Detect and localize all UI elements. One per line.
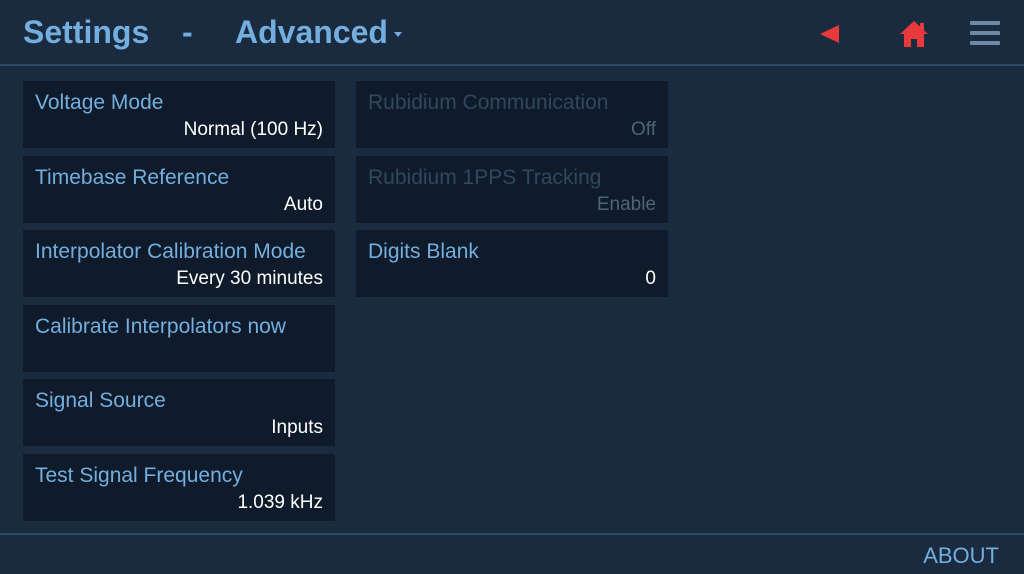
setting-value: 1.039 kHz: [237, 492, 323, 513]
header-bar: Settings - Advanced: [0, 0, 1024, 66]
hamburger-menu-icon[interactable]: [970, 21, 1000, 47]
calibrate-interpolators-button[interactable]: Calibrate Interpolators now: [23, 305, 335, 372]
setting-value: 0: [645, 268, 656, 289]
setting-label: Interpolator Calibration Mode: [35, 240, 306, 263]
setting-value: Normal (100 Hz): [183, 119, 323, 140]
setting-value: Off: [631, 119, 656, 140]
setting-label: Timebase Reference: [35, 166, 230, 189]
setting-digits-blank[interactable]: Digits Blank 0: [356, 230, 668, 297]
setting-test-signal-frequency[interactable]: Test Signal Frequency 1.039 kHz: [23, 454, 335, 521]
setting-value: Inputs: [271, 417, 323, 438]
setting-label: Calibrate Interpolators now: [35, 315, 286, 338]
setting-value: Enable: [596, 194, 656, 215]
setting-label: Voltage Mode: [35, 91, 164, 114]
section-dropdown[interactable]: Advanced: [235, 14, 402, 51]
home-icon[interactable]: [899, 20, 929, 48]
about-button[interactable]: ABOUT: [923, 543, 999, 569]
setting-label: Digits Blank: [368, 240, 479, 263]
title-separator: -: [182, 14, 193, 50]
setting-signal-source[interactable]: Signal Source Inputs: [23, 379, 335, 446]
setting-label: Rubidium Communication: [368, 91, 609, 114]
page-title: Settings: [23, 14, 150, 50]
section-dropdown-label: Advanced: [235, 14, 388, 50]
back-arrow-icon[interactable]: [820, 25, 839, 43]
setting-label: Signal Source: [35, 389, 166, 412]
setting-voltage-mode[interactable]: Voltage Mode Normal (100 Hz): [23, 81, 335, 148]
setting-rubidium-1pps-tracking: Rubidium 1PPS Tracking Enable: [356, 156, 668, 223]
setting-label: Test Signal Frequency: [35, 464, 243, 487]
setting-timebase-reference[interactable]: Timebase Reference Auto: [23, 156, 335, 223]
setting-label: Rubidium 1PPS Tracking: [368, 166, 602, 189]
setting-value: Every 30 minutes: [176, 268, 323, 289]
setting-rubidium-communication: Rubidium Communication Off: [356, 81, 668, 148]
setting-value: Auto: [283, 194, 323, 215]
chevron-down-icon: [393, 32, 402, 38]
setting-interpolator-calibration-mode[interactable]: Interpolator Calibration Mode Every 30 m…: [23, 230, 335, 297]
footer-bar: ABOUT: [0, 533, 1024, 574]
